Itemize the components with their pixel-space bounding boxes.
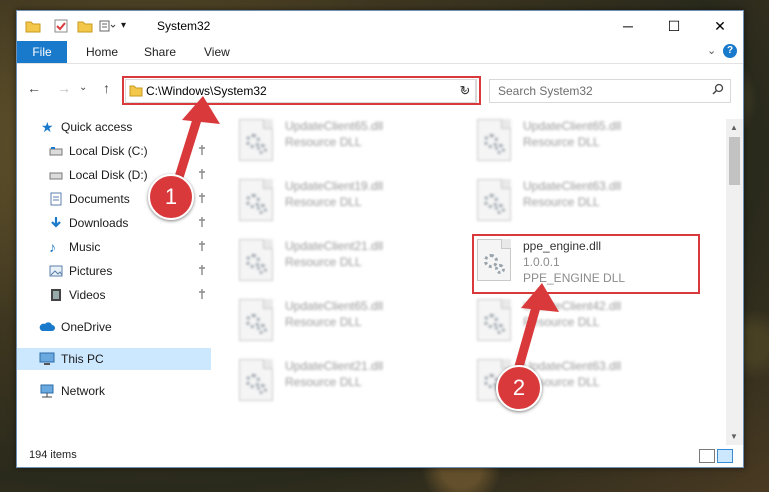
arrow-2 [513,283,559,375]
step-marker-1: 1 [148,174,194,220]
step-marker-2: 2 [496,365,542,411]
annotation-arrows [170,96,559,375]
